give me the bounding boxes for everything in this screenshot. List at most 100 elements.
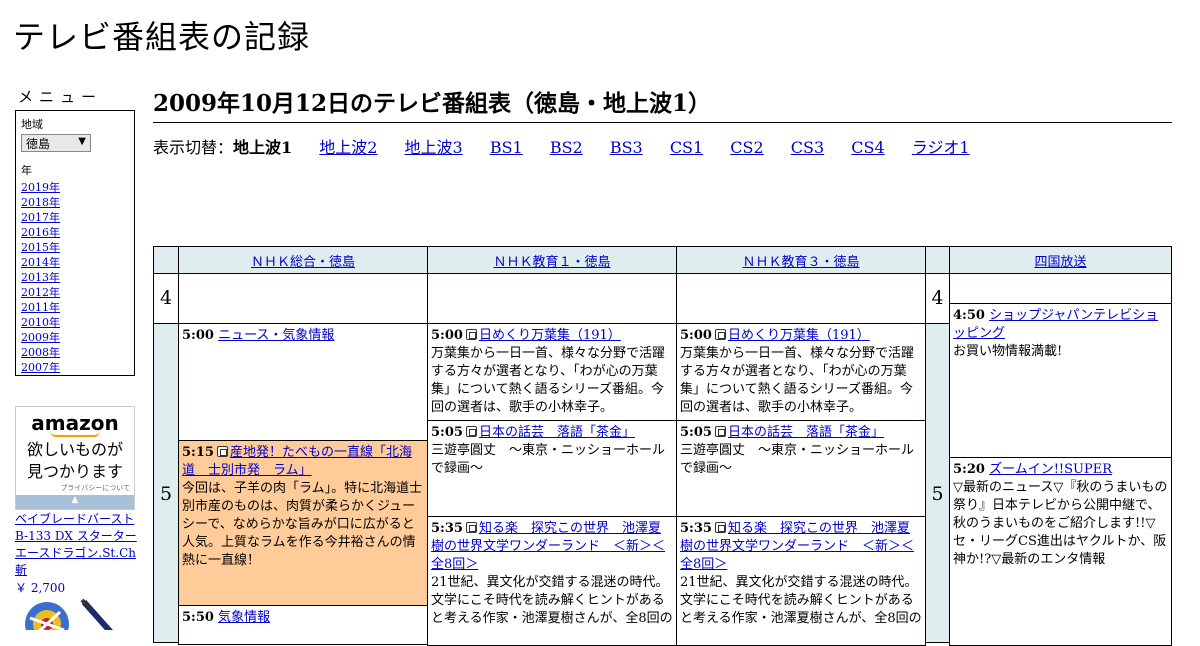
- tv-icon: [465, 522, 477, 533]
- tv-icon: [714, 426, 726, 437]
- year-link-2013[interactable]: 2013年: [21, 271, 60, 284]
- channel-header-nhk-e1: ＮＨＫ教育１・徳島: [427, 246, 677, 274]
- program-title-link[interactable]: ニュース・気象情報: [218, 328, 334, 343]
- program-cell: 5:00 ニュース・気象情報: [178, 323, 428, 441]
- switcher-current: 地上波1: [233, 138, 293, 157]
- program-time: 5:15: [182, 445, 214, 460]
- program-time: 5:00: [431, 328, 463, 343]
- switcher-link-bs2[interactable]: BS2: [550, 138, 583, 157]
- hour-label-5-right: 5: [925, 323, 950, 643]
- year-link-2008[interactable]: 2008年: [21, 346, 60, 359]
- channel-link-nhk-e3[interactable]: ＮＨＫ教育３・徳島: [742, 255, 859, 270]
- hour-label-4-right: 4: [925, 273, 950, 324]
- program-cell: 5:00 日めくり万葉集（191） 万葉集から一日一首、様々な分野で活躍する方々が…: [676, 323, 926, 421]
- amazon-ad-banner[interactable]: amazon 欲しいものが 見つかります プライバシーについて ▲: [15, 406, 135, 510]
- empty-slot: [178, 273, 428, 324]
- menu-box: 地域 徳島 ▼ 年 2019年 2018年 2017年 2016年 2015年 …: [15, 110, 135, 376]
- program-description: 21世紀、異文化が交錯する混迷の時代。文学にこそ時代を読み解くヒントがあると考え…: [680, 575, 922, 626]
- dropdown-arrow-icon: ▼: [78, 136, 86, 147]
- program-cell-highlighted: 5:15 産地発！たべもの一直線「北海道 士別市発 ラム」 今回は、子羊の肉「ラム…: [178, 440, 428, 606]
- ad-product-price: ￥ 2,700: [15, 581, 66, 595]
- program-cell: 5:35 知る楽 探究この世界 池澤夏樹の世界文学ワンダーランド ＜新＞＜全8回＞…: [427, 516, 677, 646]
- region-select[interactable]: 徳島 ▼: [21, 134, 91, 152]
- amazon-logo: amazon: [31, 411, 119, 435]
- program-cell: 5:50 気象情報: [178, 605, 428, 645]
- corner-cell: [153, 246, 179, 274]
- year-link-2009[interactable]: 2009年: [21, 331, 60, 344]
- program-cell: 5:35 知る楽 探究この世界 池澤夏樹の世界文学ワンダーランド ＜新＞＜全8回＞…: [676, 516, 926, 646]
- ad-product-image[interactable]: [20, 598, 120, 630]
- ad-tagline: 欲しいものが 見つかります: [16, 439, 134, 483]
- ad-product-link[interactable]: ベイブレードバースト B-133 DX スターター エースドラゴン.St.Ch …: [15, 511, 140, 579]
- switcher-link-cs2[interactable]: CS2: [730, 138, 763, 157]
- schedule-grid: ＮＨＫ総合・徳島 ＮＨＫ教育１・徳島 ＮＨＫ教育３・徳島 四国放送 4 4 5 …: [153, 246, 1172, 646]
- program-title-link[interactable]: 日本の話芸 落語「茶金」: [728, 425, 884, 440]
- program-description: 三遊亭圓丈 ～東京・ニッショーホールで録画～: [431, 443, 666, 476]
- program-description: 万葉集から一日一首、様々な分野で活躍する方々が選者となり、「わが心の万葉集」につ…: [431, 346, 666, 415]
- year-link-2011[interactable]: 2011年: [21, 301, 60, 314]
- year-link-2017[interactable]: 2017年: [21, 211, 60, 224]
- program-description: 21世紀、異文化が交錯する混迷の時代。文学にこそ時代を読み解くヒントがあると考え…: [431, 575, 673, 626]
- channel-link-nhk-e1[interactable]: ＮＨＫ教育１・徳島: [493, 255, 610, 270]
- year-link-2010[interactable]: 2010年: [21, 316, 60, 329]
- channel-link-nhk-g[interactable]: ＮＨＫ総合・徳島: [251, 255, 355, 270]
- program-time: 5:00: [680, 328, 712, 343]
- menu-label: メニュー: [18, 88, 103, 106]
- switcher-link-cs4[interactable]: CS4: [851, 138, 884, 157]
- beyblade-image-icon: [25, 598, 113, 630]
- year-link-2015[interactable]: 2015年: [21, 241, 60, 254]
- channel-header-jrt: 四国放送: [949, 246, 1172, 274]
- program-cell: 5:20 ズームイン!!SUPER ▽最新のニュース▽『秋のうまいもの祭り』日本…: [949, 457, 1172, 646]
- program-title-link[interactable]: 日めくり万葉集（191）: [479, 328, 621, 343]
- page-heading: 2009年10月12日のテレビ番組表（徳島・地上波1）: [153, 84, 1172, 123]
- switcher-link-terrestrial-3[interactable]: 地上波3: [405, 138, 463, 157]
- year-list: 2019年 2018年 2017年 2016年 2015年 2014年 2013…: [21, 180, 134, 375]
- program-time: 5:05: [431, 425, 463, 440]
- switcher-link-cs3[interactable]: CS3: [791, 138, 824, 157]
- program-cell: 5:00 日めくり万葉集（191） 万葉集から一日一首、様々な分野で活躍する方々が…: [427, 323, 677, 421]
- program-description: 三遊亭圓丈 ～東京・ニッショーホールで録画～: [680, 443, 915, 476]
- program-time: 5:20: [953, 462, 985, 477]
- program-description: ▽最新のニュース▽『秋のうまいもの祭り』日本テレビから公開中継で、秋のうまいもの…: [953, 480, 1168, 567]
- ad-tagline-line-1: 欲しいものが: [26, 440, 123, 459]
- program-time: 5:50: [182, 610, 214, 625]
- year-link-2012[interactable]: 2012年: [21, 286, 60, 299]
- switcher-link-bs3[interactable]: BS3: [610, 138, 643, 157]
- empty-slot: [676, 273, 926, 324]
- program-cell: 5:05 日本の話芸 落語「茶金」 三遊亭圓丈 ～東京・ニッショーホールで録画～: [676, 420, 926, 517]
- chevron-up-icon: ▲: [71, 495, 79, 505]
- region-select-value: 徳島: [26, 137, 51, 151]
- year-link-2019[interactable]: 2019年: [21, 181, 60, 194]
- channel-header-nhk-g: ＮＨＫ総合・徳島: [178, 246, 428, 274]
- ad-privacy-link[interactable]: プライバシーについて: [16, 483, 134, 493]
- ad-expand-bar[interactable]: ▲: [16, 495, 134, 509]
- tv-icon: [714, 329, 726, 340]
- switcher-label: 表示切替：: [153, 138, 234, 157]
- hour-header-cell-right: [925, 246, 950, 274]
- year-link-2014[interactable]: 2014年: [21, 256, 60, 269]
- switcher-link-terrestrial-2[interactable]: 地上波2: [319, 138, 377, 157]
- program-time: 4:50: [953, 308, 985, 323]
- switcher-link-radio1[interactable]: ラジオ1: [912, 138, 970, 157]
- channel-link-jrt[interactable]: 四国放送: [1034, 255, 1086, 270]
- ad-tagline-line-2: 見つかります: [26, 462, 123, 481]
- channel-header-nhk-e3: ＮＨＫ教育３・徳島: [676, 246, 926, 274]
- program-title-link[interactable]: 日めくり万葉集（191）: [728, 328, 870, 343]
- switcher-link-bs1[interactable]: BS1: [490, 138, 523, 157]
- program-description: 万葉集から一日一首、様々な分野で活躍する方々が選者となり、「わが心の万葉集」につ…: [680, 346, 915, 415]
- program-title-link[interactable]: 日本の話芸 落語「茶金」: [479, 425, 635, 440]
- year-link-2007[interactable]: 2007年: [21, 361, 60, 374]
- program-title-link[interactable]: ズームイン!!SUPER: [989, 462, 1112, 477]
- region-label: 地域: [21, 118, 43, 131]
- hour-label-5: 5: [153, 323, 179, 643]
- year-link-2016[interactable]: 2016年: [21, 226, 60, 239]
- empty-slot: [427, 273, 677, 324]
- tv-icon: [465, 329, 477, 340]
- program-cell: 4:50 ショップジャパンテレビショッピング お買い物情報満載!: [949, 303, 1172, 458]
- year-link-2018[interactable]: 2018年: [21, 196, 60, 209]
- switcher-link-cs1[interactable]: CS1: [670, 138, 703, 157]
- program-time: 5:05: [680, 425, 712, 440]
- tv-icon: [216, 446, 228, 457]
- tv-icon: [714, 522, 726, 533]
- program-title-link[interactable]: 気象情報: [218, 610, 270, 625]
